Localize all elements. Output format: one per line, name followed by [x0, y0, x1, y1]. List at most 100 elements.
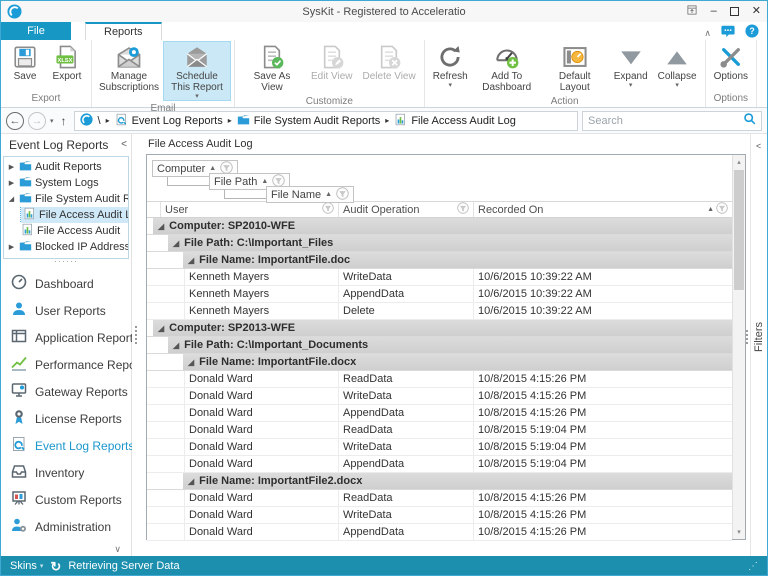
scrollbar-thumb[interactable] — [734, 170, 744, 290]
grid-group-row[interactable]: ◢ Computer: SP2010-WFE — [147, 218, 732, 235]
expanded-arrow-icon[interactable]: ◢ — [188, 358, 194, 367]
filters-panel-tab[interactable]: < Filters — [746, 134, 767, 556]
default-layout-button[interactable]: Default Layout — [541, 41, 609, 94]
root-logo-icon[interactable] — [79, 112, 93, 129]
collapsed-arrow-icon[interactable]: ▶ — [7, 163, 16, 171]
add-to-dashboard-button[interactable]: Add To Dashboard — [473, 41, 541, 94]
minimize-button[interactable]: – — [711, 6, 717, 17]
expanded-arrow-icon[interactable]: ◢ — [188, 477, 194, 486]
tree-item-file-access-audit-log[interactable]: File Access Audit Log — [4, 207, 128, 223]
skins-menu[interactable]: Skins ▾ — [10, 560, 43, 572]
tab-reports[interactable]: Reports — [85, 22, 162, 40]
export-button[interactable]: XLSX Export — [46, 41, 88, 91]
sidebar-splitter[interactable] — [132, 134, 141, 556]
tree-item-audit-reports[interactable]: ▶ Audit Reports — [4, 159, 128, 175]
sidebar-item-gateway-reports[interactable]: Gateway Reports — [1, 378, 131, 405]
scroll-up-icon[interactable]: ▴ — [733, 158, 745, 166]
grid-data-row[interactable]: Donald Ward AppendData 10/8/2015 4:15:26 P… — [147, 405, 732, 422]
sidebar-item-event-log-reports[interactable]: Event Log Reports — [1, 432, 134, 459]
collapsed-arrow-icon[interactable]: ▶ — [7, 179, 16, 187]
filter-icon[interactable] — [322, 202, 334, 217]
save-as-view-button[interactable]: Save As View — [238, 41, 306, 94]
collapse-button[interactable]: Collapse ▾ — [653, 41, 702, 94]
grid-data-row[interactable]: Donald Ward ReadData 10/8/2015 4:15:26 PM — [147, 490, 732, 507]
tree-item-file-system-audit-reports[interactable]: ◢ File System Audit Reports — [4, 191, 128, 207]
column-header-user[interactable]: User — [161, 202, 339, 217]
expanded-arrow-icon[interactable]: ◢ — [173, 341, 179, 350]
addressbar: ← → ▾ ↑ \ ▸ Event Log Reports ▸ File System… — [1, 108, 767, 134]
sidebar-item-performance-reports[interactable]: Performance Reports — [1, 351, 149, 378]
collapsed-arrow-icon[interactable]: ▶ — [7, 243, 16, 251]
breadcrumb-item-file-access-audit-log[interactable]: File Access Audit Log — [394, 113, 516, 129]
sidebar-item-inventory[interactable]: Inventory — [1, 459, 131, 486]
save-button[interactable]: Save — [4, 41, 46, 91]
search-input[interactable] — [588, 114, 743, 127]
schedule-this-report-button[interactable]: Schedule This Report ▾ — [163, 41, 231, 101]
sidebar-item-dashboard[interactable]: Dashboard — [1, 270, 131, 297]
options-button[interactable]: Options — [709, 41, 753, 91]
grid-data-row[interactable]: Donald Ward AppendData 10/8/2015 5:19:04 P… — [147, 456, 732, 473]
filters-splitter-handle[interactable] — [746, 330, 748, 332]
grid-group-row[interactable]: ◢ File Name: ImportantFile.doc — [147, 252, 732, 269]
expanded-arrow-icon[interactable]: ◢ — [173, 239, 179, 248]
tree-item-blocked-ip-addresses[interactable]: ▶ Blocked IP Addresses — [4, 239, 128, 255]
maximize-button[interactable] — [729, 7, 739, 16]
grid-scrollbar[interactable]: ▴ ▾ — [732, 155, 745, 539]
filter-icon[interactable] — [457, 202, 469, 217]
expand-button[interactable]: Expand ▾ — [609, 41, 653, 94]
search-icon[interactable] — [743, 112, 756, 130]
grid-data-row[interactable]: Kenneth Mayers WriteData 10/6/2015 10:39:2… — [147, 269, 732, 286]
grid-group-row[interactable]: ◢ File Name: ImportantFile.docx — [147, 354, 732, 371]
expanded-arrow-icon[interactable]: ◢ — [7, 195, 16, 203]
column-header-operation[interactable]: Audit Operation — [339, 202, 474, 217]
sidebar-scroll-down-icon[interactable]: ∨ — [114, 544, 121, 555]
manage-subscriptions-button[interactable]: Manage Subscriptions — [95, 41, 163, 101]
grid-group-row[interactable]: ◢ File Path: C:\Important_Documents — [147, 337, 732, 354]
grid-data-row[interactable]: Donald Ward AppendData 10/8/2015 4:15:26 P… — [147, 524, 732, 541]
expanded-arrow-icon[interactable]: ◢ — [158, 324, 164, 333]
resize-grip[interactable]: ⋰ — [748, 561, 758, 572]
back-button[interactable]: ← — [6, 111, 24, 130]
column-header-recorded[interactable]: Recorded On ▲ — [474, 202, 732, 217]
tree-splitter-handle[interactable]: ······ — [1, 257, 131, 268]
sidebar-collapse-icon[interactable]: < — [121, 139, 127, 150]
grid-data-row[interactable]: Donald Ward ReadData 10/8/2015 5:19:04 PM — [147, 422, 732, 439]
breadcrumb-item-file-system-audit-reports[interactable]: File System Audit Reports — [237, 113, 380, 129]
tree-item-file-access-audit[interactable]: File Access Audit — [4, 223, 128, 239]
up-button[interactable]: ↑ — [58, 114, 70, 128]
fullscreen-icon[interactable] — [686, 4, 698, 19]
filters-label[interactable]: Filters — [753, 322, 765, 352]
expanded-arrow-icon[interactable]: ◢ — [188, 256, 194, 265]
grid-group-row[interactable]: ◢ File Path: C:\Important_Files — [147, 235, 732, 252]
scroll-down-icon[interactable]: ▾ — [733, 528, 745, 536]
tree-item-system-logs[interactable]: ▶ System Logs — [4, 175, 128, 191]
grid-data-row[interactable]: Donald Ward ReadData 10/8/2015 4:15:26 PM — [147, 371, 732, 388]
filter-icon[interactable] — [716, 202, 728, 217]
groupby-chip-file-name[interactable]: File Name ▲ — [266, 186, 355, 203]
sidebar-item-administration[interactable]: Administration — [1, 513, 131, 540]
sidebar-item-user-reports[interactable]: User Reports — [1, 297, 131, 324]
sidebar-item-custom-reports[interactable]: Custom Reports — [1, 486, 131, 513]
grid-data-row[interactable]: Kenneth Mayers Delete 10/6/2015 10:39:22 A… — [147, 303, 732, 320]
history-dropdown-icon[interactable]: ▾ — [50, 117, 54, 125]
grid-data-row[interactable]: Donald Ward WriteData 10/8/2015 4:15:26 PM — [147, 388, 732, 405]
grid-group-row[interactable]: ◢ File Name: ImportantFile2.docx — [147, 473, 732, 490]
sidebar-item-license-reports[interactable]: License Reports — [1, 405, 131, 432]
sidebar-item-application-reports[interactable]: Application Reports — [1, 324, 139, 351]
collapse-ribbon-icon[interactable]: ∧ — [704, 28, 711, 39]
help-icon[interactable]: ? — [745, 24, 759, 43]
grid-group-row[interactable]: ◢ Computer: SP2013-WFE — [147, 320, 732, 337]
grid-data-row[interactable]: Donald Ward WriteData 10/8/2015 5:19:04 PM — [147, 439, 732, 456]
refresh-button[interactable]: Refresh ▾ — [428, 41, 473, 94]
document-tab[interactable]: File Access Audit Log — [141, 134, 750, 153]
tab-file[interactable]: File — [1, 22, 71, 40]
breadcrumb-item-event-log-reports[interactable]: Event Log Reports — [115, 113, 223, 129]
tools-icon — [718, 44, 744, 70]
grid-data-row[interactable]: Donald Ward WriteData 10/8/2015 4:15:26 PM — [147, 507, 732, 524]
grid-data-row[interactable]: Kenneth Mayers AppendData 10/6/2015 10:39:… — [147, 286, 732, 303]
expanded-arrow-icon[interactable]: ◢ — [158, 222, 164, 231]
feedback-chat-icon[interactable] — [721, 24, 735, 43]
filters-expand-icon[interactable]: < — [756, 141, 761, 151]
filter-icon[interactable] — [336, 186, 349, 203]
close-button[interactable]: ✕ — [752, 6, 761, 17]
